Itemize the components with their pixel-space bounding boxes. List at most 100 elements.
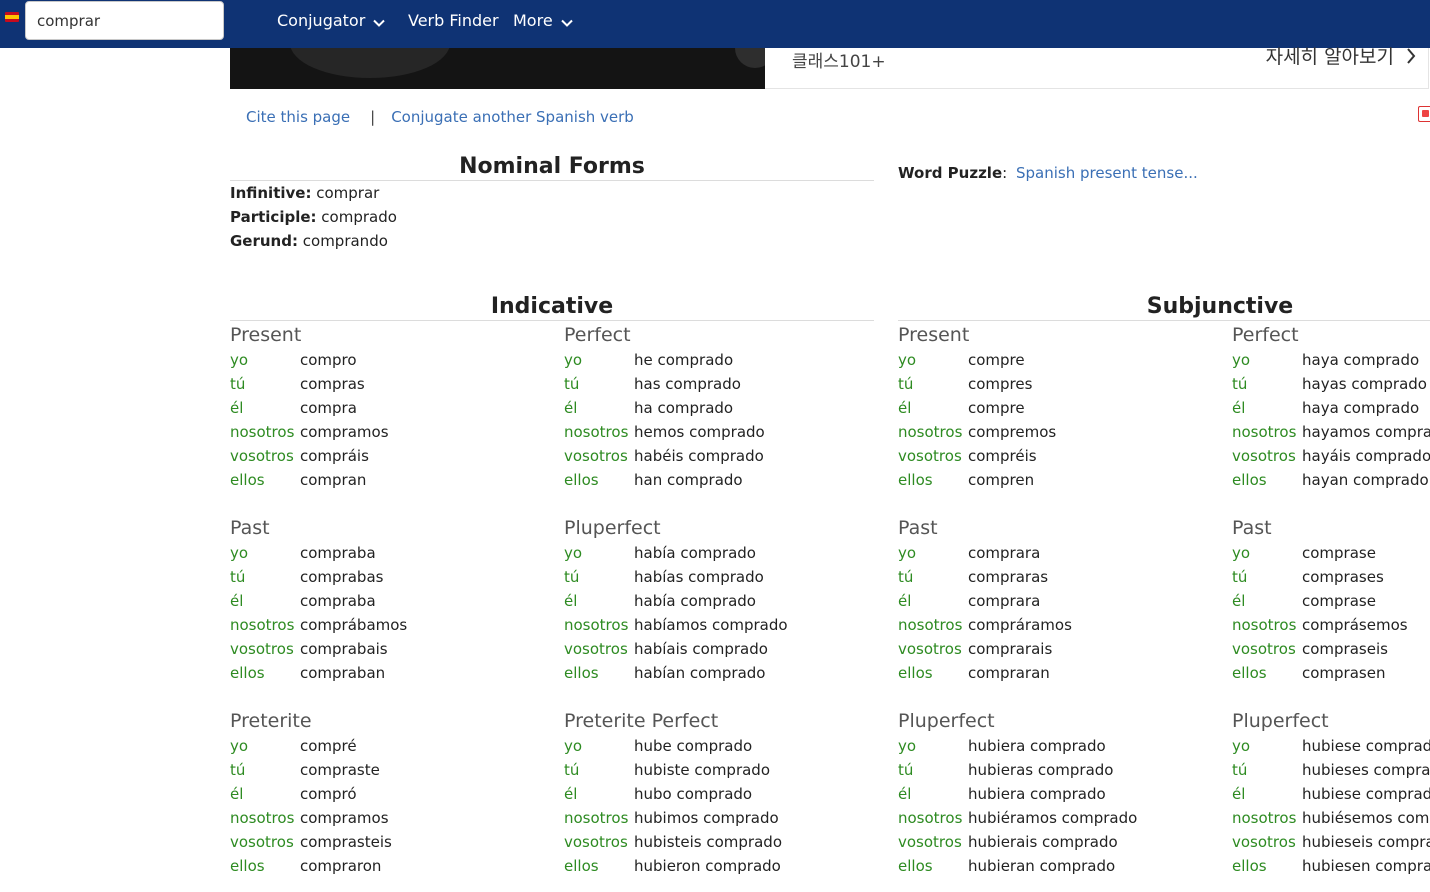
conjugated-form: compraras [968,568,1049,586]
conjugated-form: comprarais [968,640,1053,658]
conjugation-row: ellos hayan comprado [1232,468,1430,492]
tense-title: Pluperfect [564,517,661,539]
conjugated-form: compre [968,399,1025,417]
cite-page-link[interactable]: Cite this page [246,108,350,126]
pronoun-tu: tú [898,375,914,393]
tense-title: Present [898,324,970,346]
pronoun-nosotros: nosotros [898,809,963,827]
conjugated-form: compra [300,399,357,417]
conjugated-form: hubiese comprado [1302,737,1430,755]
conjugation-row: nosotros hubiéramos comprado [898,806,1137,830]
conjugation-row: yo compre [898,348,1056,372]
conjugation-row: tú comprases [1232,565,1408,589]
pronoun-ellos: ellos [898,664,933,682]
conjugation-row: tú hubiste comprado [564,758,782,782]
conjugation-row: nosotros habíamos comprado [564,613,788,637]
conjugated-form: comprase [1302,544,1376,562]
tense-block-indicative-preterite-perfect: Preterite Perfect yo hube comprado tú hubist… [564,710,782,878]
conjugated-form: compran [300,471,367,489]
conjugation-row: tú hubieras comprado [898,758,1137,782]
pronoun-vosotros: vosotros [564,447,628,465]
pronoun-nosotros: nosotros [564,423,629,441]
conjugate-another-link[interactable]: Conjugate another Spanish verb [391,108,634,126]
conjugated-form: había comprado [634,544,756,562]
conjugation-row: tú compres [898,372,1056,396]
conjugated-form: compro [300,351,357,369]
pronoun-vosotros: vosotros [1232,833,1296,851]
conjugation-row: yo había comprado [564,541,788,565]
conjugated-form: hayamos comprad [1302,423,1430,441]
tense-block-subjunctive-pluperfect-se: Pluperfect yo hubiese comprado tú hubieses c… [1232,710,1430,878]
pronoun-vosotros: vosotros [564,833,628,851]
pronoun-vosotros: vosotros [898,640,962,658]
pronoun-el: él [230,399,244,417]
word-puzzle-link[interactable]: Spanish present tense... [1016,164,1198,182]
nav-conjugator-menu[interactable]: Conjugator [277,11,386,31]
pronoun-el: él [230,785,244,803]
conjugation-row: nosotros hubimos comprado [564,806,782,830]
conjugated-form: hube comprado [634,737,753,755]
ad-brand-text: 클래스101+ [792,52,886,72]
nav-more-menu[interactable]: More [513,11,573,31]
page-links: Cite this page | Conjugate another Spanish… [246,108,634,126]
conjugation-row: vosotros comprarais [898,637,1072,661]
pronoun-el: él [898,592,912,610]
ad-banner-image[interactable] [230,48,765,89]
conjugation-row: ellos compran [230,468,389,492]
infinitive-value: comprar [316,184,380,202]
conjugation-row: nosotros comprábamos [230,613,407,637]
pronoun-ellos: ellos [230,857,265,875]
tense-title: Past [230,517,270,539]
conjugated-form: he comprado [634,351,734,369]
conjugated-form: hubimos comprado [634,809,779,827]
pronoun-yo: yo [564,544,583,562]
verb-search-input[interactable] [25,1,224,40]
conjugation-row: ellos compraron [230,854,392,878]
conjugation-row: tú comprabas [230,565,407,589]
conjugated-form: comprases [1302,568,1384,586]
conjugated-form: compramos [300,809,389,827]
pronoun-vosotros: vosotros [230,833,294,851]
conjugation-row: vosotros habéis comprado [564,444,765,468]
pronoun-yo: yo [1232,544,1251,562]
conjugated-form: hayas comprado [1302,375,1427,393]
conjugated-form: habéis comprado [634,447,764,465]
conjugation-row: tú compras [230,372,389,396]
gerund-row: Gerund: comprando [230,232,388,250]
pronoun-yo: yo [898,544,917,562]
pronoun-tu: tú [898,761,914,779]
conjugation-row: ellos compren [898,468,1056,492]
conjugation-row: yo hube comprado [564,734,782,758]
conjugation-row: ellos habían comprado [564,661,788,685]
pronoun-yo: yo [1232,737,1251,755]
conjugated-form: hubiese comprado [1302,785,1430,803]
pronoun-nosotros: nosotros [564,616,629,634]
conjugated-form: compremos [968,423,1057,441]
conjugation-row: tú habías comprado [564,565,788,589]
pronoun-vosotros: vosotros [230,447,294,465]
conjugated-form: hubo comprado [634,785,753,803]
tense-block-indicative-present: Present yo compro tú compras él compra nosotros… [230,324,389,492]
conjugation-row: vosotros comprabais [230,637,407,661]
conjugation-row: tú compraras [898,565,1072,589]
link-separator: | [370,108,376,126]
pronoun-tu: tú [230,761,246,779]
pronoun-vosotros: vosotros [1232,447,1296,465]
divider [230,180,874,181]
participle-row: Participle: comprado [230,208,397,226]
conjugated-form: comprabas [300,568,384,586]
conjugation-row: él comprase [1232,589,1408,613]
conjugation-row: él comprara [898,589,1072,613]
conjugation-row: nosotros compremos [898,420,1056,444]
nav-verb-finder-link[interactable]: Verb Finder [408,11,499,30]
pronoun-tu: tú [564,568,580,586]
conjugated-form: compramos [300,423,389,441]
conjugated-form: compres [968,375,1033,393]
spanish-flag-icon[interactable] [5,12,19,22]
pronoun-tu: tú [230,568,246,586]
ad-banner-panel[interactable]: 클래스101+ 자세히 알아보기 [765,46,1429,89]
participle-label: Participle: [230,208,317,226]
conjugation-row: ellos hubieran comprado [898,854,1137,878]
conjugation-row: nosotros compramos [230,806,392,830]
ad-choices-icon[interactable] [1418,106,1430,122]
